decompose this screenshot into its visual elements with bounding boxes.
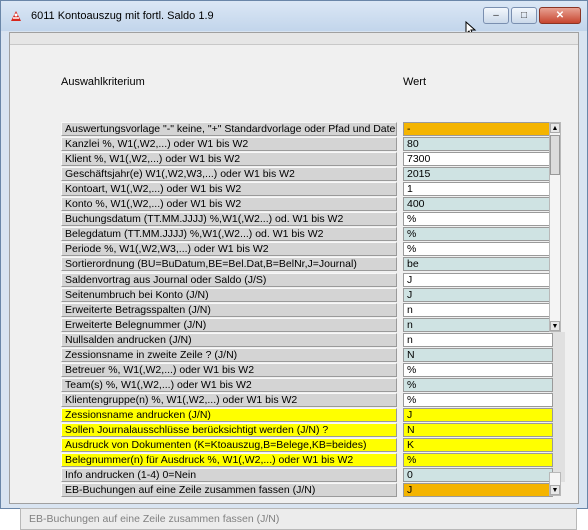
window-title: 6011 Kontoauszug mit fortl. Saldo 1.9 bbox=[31, 10, 214, 22]
column-header-wert: Wert bbox=[403, 76, 427, 88]
criteria-row: Nullsalden andrucken (J/N) n bbox=[61, 332, 553, 347]
criteria-value-field[interactable]: n bbox=[403, 302, 553, 317]
criteria-label: Saldenvortrag aus Journal oder Saldo (J/… bbox=[61, 272, 397, 287]
criteria-label: Ausdruck von Dokumenten (K=Ktoauszug,B=B… bbox=[61, 438, 397, 453]
criteria-label: Geschäftsjahr(e) W1(,W2,W3,...) oder W1 … bbox=[61, 167, 397, 182]
criteria-label: Info andrucken (1-4) 0=Nein bbox=[61, 468, 397, 483]
criteria-label: Buchungsdatum (TT.MM.JJJJ) %,W1(,W2...) … bbox=[61, 212, 397, 227]
scroll-up-arrow-icon[interactable]: ▲ bbox=[550, 123, 560, 133]
criteria-label: Betreuer %, W1(,W2,...) oder W1 bis W2 bbox=[61, 362, 397, 377]
scroll-down-arrow-icon-lower[interactable]: ▼ bbox=[550, 485, 560, 495]
criteria-label: Konto %, W1(,W2,...) oder W1 bis W2 bbox=[61, 197, 397, 212]
minimize-button[interactable]: – bbox=[483, 7, 509, 24]
criteria-row: Ausdruck von Dokumenten (K=Ktoauszug,B=B… bbox=[61, 438, 553, 453]
criteria-row: Belegdatum (TT.MM.JJJJ) %,W1(,W2...) od.… bbox=[61, 227, 553, 242]
criteria-label: Erweiterte Belegnummer (J/N) bbox=[61, 317, 397, 332]
criteria-label: Belegnummer(n) für Ausdruck %, W1(,W2,..… bbox=[61, 453, 397, 468]
criteria-row: Buchungsdatum (TT.MM.JJJJ) %,W1(,W2...) … bbox=[61, 212, 553, 227]
criteria-label: Erweiterte Betragsspalten (J/N) bbox=[61, 302, 397, 317]
criteria-value-field[interactable]: n bbox=[403, 332, 553, 347]
criteria-value-field[interactable]: N bbox=[403, 347, 553, 362]
criteria-value-field[interactable]: % bbox=[403, 362, 553, 377]
criteria-row: Klient %, W1(,W2,...) oder W1 bis W2 7300 bbox=[61, 152, 553, 167]
criteria-value-field[interactable]: 400 bbox=[403, 197, 553, 212]
app-logo-icon bbox=[11, 11, 21, 21]
criteria-value-field[interactable]: 80 bbox=[403, 137, 553, 152]
criteria-row: Sollen Journalausschlüsse berücksichtigt… bbox=[61, 423, 553, 437]
criteria-label: Sollen Journalausschlüsse berücksichtigt… bbox=[61, 423, 397, 437]
scroll-thumb[interactable] bbox=[550, 135, 560, 175]
criteria-row: Periode %, W1(,W2,W3,...) oder W1 bis W2… bbox=[61, 242, 553, 257]
criteria-label: EB-Buchungen auf eine Zeile zusammen fas… bbox=[61, 483, 397, 498]
criteria-row: Betreuer %, W1(,W2,...) oder W1 bis W2% bbox=[61, 362, 553, 377]
criteria-value-field[interactable]: % bbox=[403, 392, 553, 407]
maximize-icon: □ bbox=[520, 10, 528, 21]
criteria-label: Belegdatum (TT.MM.JJJJ) %,W1(,W2...) od.… bbox=[61, 227, 397, 242]
criteria-row: Info andrucken (1-4) 0=Nein 0 bbox=[61, 468, 553, 483]
criteria-label: Auswertungsvorlage "-" keine, "+" Standa… bbox=[61, 122, 397, 136]
criteria-label: Zessionsname andrucken (J/N) bbox=[61, 407, 397, 422]
criteria-value-field[interactable]: 0 bbox=[403, 468, 553, 483]
criteria-value-field[interactable]: J bbox=[403, 287, 553, 302]
criteria-value-field[interactable]: J bbox=[403, 272, 553, 287]
minimize-icon: – bbox=[493, 10, 499, 21]
criteria-row: Seitenumbruch bei Konto (J/N) J bbox=[61, 287, 553, 302]
grid-scrollbar[interactable]: ▲ ▼ bbox=[549, 122, 561, 332]
criteria-label: Klient %, W1(,W2,...) oder W1 bis W2 bbox=[61, 152, 397, 167]
criteria-value-field[interactable]: J bbox=[403, 407, 553, 422]
criteria-value-field[interactable]: K bbox=[403, 438, 553, 453]
criteria-label: Klientengruppe(n) %, W1(,W2,...) oder W1… bbox=[61, 392, 397, 407]
criteria-label: Team(s) %, W1(,W2,...) oder W1 bis W2 bbox=[61, 377, 397, 392]
criteria-value-field[interactable]: % bbox=[403, 453, 553, 468]
criteria-row: Geschäftsjahr(e) W1(,W2,W3,...) oder W1 … bbox=[61, 167, 553, 182]
criteria-row: Zessionsname in zweite Zeile ? (J/N) N bbox=[61, 347, 553, 362]
title-bar[interactable]: 6011 Kontoauszug mit fortl. Saldo 1.9 – … bbox=[1, 1, 587, 31]
criteria-row: Saldenvortrag aus Journal oder Saldo (J/… bbox=[61, 272, 553, 287]
criteria-row: Klientengruppe(n) %, W1(,W2,...) oder W1… bbox=[61, 392, 553, 407]
criteria-row: EB-Buchungen auf eine Zeile zusammen fas… bbox=[61, 483, 553, 498]
criteria-label: Kontoart, W1(,W2,...) oder W1 bis W2 bbox=[61, 182, 397, 197]
criteria-value-field[interactable]: J bbox=[403, 483, 553, 498]
criteria-value-field[interactable]: % bbox=[403, 377, 553, 392]
criteria-row: Erweiterte Betragsspalten (J/N) n bbox=[61, 302, 553, 317]
application-window: 6011 Kontoauszug mit fortl. Saldo 1.9 – … bbox=[0, 0, 588, 530]
criteria-grid: Auswahlkriterium Wert Auswertungsvorlage… bbox=[53, 76, 561, 498]
criteria-value-field[interactable]: 7300 bbox=[403, 152, 553, 167]
criteria-row: Zessionsname andrucken (J/N) J bbox=[61, 407, 553, 422]
criteria-label: Seitenumbruch bei Konto (J/N) bbox=[61, 287, 397, 302]
maximize-button[interactable]: □ bbox=[511, 7, 537, 24]
client-area: Auswahlkriterium Wert Auswertungsvorlage… bbox=[9, 32, 579, 530]
criteria-value-field[interactable]: n bbox=[403, 317, 553, 332]
criteria-value-field[interactable]: % bbox=[403, 212, 553, 227]
criteria-label: Sortierordnung (BU=BuDatum,BE=Bel.Dat,B=… bbox=[61, 257, 397, 272]
status-bar: EB-Buchungen auf eine Zeile zusammen fas… bbox=[20, 508, 577, 530]
criteria-row: Kontoart, W1(,W2,...) oder W1 bis W2 1 bbox=[61, 182, 553, 197]
scroll-down-arrow-icon[interactable]: ▼ bbox=[550, 321, 560, 331]
grid-scrollbar-lower[interactable]: ▼ bbox=[549, 472, 561, 496]
criteria-row: Konto %, W1(,W2,...) oder W1 bis W2 400 bbox=[61, 197, 553, 212]
criteria-value-field[interactable]: 1 bbox=[403, 182, 553, 197]
criteria-row: Team(s) %, W1(,W2,...) oder W1 bis W2% bbox=[61, 377, 553, 392]
criteria-label: Periode %, W1(,W2,W3,...) oder W1 bis W2 bbox=[61, 242, 397, 257]
toolbar-band bbox=[10, 33, 578, 45]
criteria-value-field[interactable]: be bbox=[403, 257, 553, 272]
criteria-value-field[interactable]: % bbox=[403, 242, 553, 257]
close-button[interactable]: ✕ bbox=[539, 7, 581, 24]
criteria-value-field[interactable]: 2015 bbox=[403, 167, 553, 182]
criteria-label: Zessionsname in zweite Zeile ? (J/N) bbox=[61, 347, 397, 362]
criteria-row: Sortierordnung (BU=BuDatum,BE=Bel.Dat,B=… bbox=[61, 257, 553, 272]
criteria-row: Erweiterte Belegnummer (J/N) n bbox=[61, 317, 553, 332]
criteria-value-field[interactable]: - bbox=[403, 122, 553, 136]
criteria-label: Kanzlei %, W1(,W2,...) oder W1 bis W2 bbox=[61, 137, 397, 152]
criteria-value-field[interactable]: % bbox=[403, 227, 553, 242]
criteria-label: Nullsalden andrucken (J/N) bbox=[61, 332, 397, 347]
criteria-value-field[interactable]: N bbox=[403, 423, 553, 437]
criteria-row: Auswertungsvorlage "-" keine, "+" Standa… bbox=[61, 122, 553, 136]
close-icon: ✕ bbox=[555, 10, 565, 21]
criteria-row: Kanzlei %, W1(,W2,...) oder W1 bis W2 80 bbox=[61, 137, 553, 152]
column-header-kriterium: Auswahlkriterium bbox=[61, 76, 145, 88]
criteria-row: Belegnummer(n) für Ausdruck %, W1(,W2,..… bbox=[61, 453, 553, 468]
